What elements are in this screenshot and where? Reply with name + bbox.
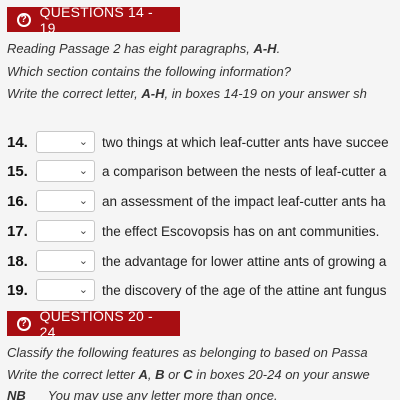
instruction-text: Reading Passage 2 has eight paragraphs, <box>7 41 254 56</box>
question-row-16: 16. ⌄ an assessment of the impact leaf-c… <box>7 190 386 212</box>
instruction-text: Which section contains the following inf… <box>7 64 291 79</box>
instruction-bold: C <box>183 367 193 382</box>
instruction-line-3: Write the correct letter, A-H, in boxes … <box>7 86 367 101</box>
chevron-down-icon: ⌄ <box>78 165 88 177</box>
note-label: NB <box>7 388 26 400</box>
instruction-line-2: Write the correct letter A, B or C in bo… <box>7 367 370 382</box>
answer-select-19[interactable]: ⌄ <box>36 279 95 301</box>
chevron-down-icon: ⌄ <box>78 225 88 237</box>
question-number: 16. <box>7 192 28 210</box>
instruction-line-1: Classify the following features as belon… <box>7 345 368 360</box>
question-text: the discovery of the age of the attine a… <box>102 282 387 298</box>
section-title: QUESTIONS 20 - 24 <box>39 307 153 340</box>
reading-test-page: ? QUESTIONS 14 - 19 Reading Passage 2 ha… <box>0 0 400 400</box>
instruction-text: Write the correct letter, <box>7 86 142 101</box>
question-number: 17. <box>7 222 28 240</box>
question-number: 19. <box>7 281 28 299</box>
question-number: 18. <box>7 252 28 270</box>
question-row-15: 15. ⌄ a comparison between the nests of … <box>7 160 386 182</box>
answer-select-17[interactable]: ⌄ <box>36 220 95 242</box>
question-text: the advantage for lower attine ants of g… <box>102 253 387 269</box>
instruction-bold: B <box>155 367 165 382</box>
help-circle-icon[interactable]: ? <box>17 316 31 331</box>
question-text: a comparison between the nests of leaf-c… <box>102 163 387 179</box>
answer-select-14[interactable]: ⌄ <box>36 131 95 153</box>
note-text: You may use any letter more than once. <box>47 388 278 400</box>
instruction-text: or <box>164 367 184 382</box>
question-row-18: 18. ⌄ the advantage for lower attine ant… <box>7 250 386 272</box>
question-row-19: 19. ⌄ the discovery of the age of the at… <box>7 279 386 301</box>
chevron-down-icon: ⌄ <box>78 195 88 207</box>
instruction-line-1: Reading Passage 2 has eight paragraphs, … <box>7 41 280 56</box>
question-text: an assessment of the impact leaf-cutter … <box>102 193 386 209</box>
answer-select-18[interactable]: ⌄ <box>36 250 95 272</box>
question-row-14: 14. ⌄ two things at which leaf-cutter an… <box>7 131 389 153</box>
instruction-bold: A-H <box>253 41 277 56</box>
answer-select-15[interactable]: ⌄ <box>36 160 95 182</box>
instruction-text: . <box>276 41 281 56</box>
note-line: NB You may use any letter more than once. <box>7 388 278 400</box>
instruction-text: Write the correct letter <box>7 367 139 382</box>
question-text: two things at which leaf-cutter ants hav… <box>102 134 389 150</box>
section-title: QUESTIONS 14 - 19 <box>39 3 153 36</box>
answer-select-16[interactable]: ⌄ <box>36 190 95 212</box>
instruction-text: , in boxes 14-19 on your answer sh <box>164 86 367 101</box>
instruction-bold: A <box>138 367 148 382</box>
section-banner-20-24: ? QUESTIONS 20 - 24 <box>7 308 180 340</box>
instruction-bold: A-H <box>141 86 165 101</box>
instruction-text: in boxes 20-24 on your answe <box>192 367 370 382</box>
help-circle-icon[interactable]: ? <box>17 12 31 27</box>
question-number: 14. <box>7 133 28 151</box>
chevron-down-icon: ⌄ <box>78 255 88 267</box>
instruction-line-2: Which section contains the following inf… <box>7 64 291 79</box>
instruction-text: Classify the following features as belon… <box>7 345 368 360</box>
question-row-17: 17. ⌄ the effect Escovopsis has on ant c… <box>7 220 379 242</box>
chevron-down-icon: ⌄ <box>78 136 88 148</box>
section-banner-14-19: ? QUESTIONS 14 - 19 <box>7 4 180 36</box>
chevron-down-icon: ⌄ <box>78 284 88 296</box>
question-number: 15. <box>7 162 28 180</box>
question-text: the effect Escovopsis has on ant communi… <box>102 223 380 239</box>
